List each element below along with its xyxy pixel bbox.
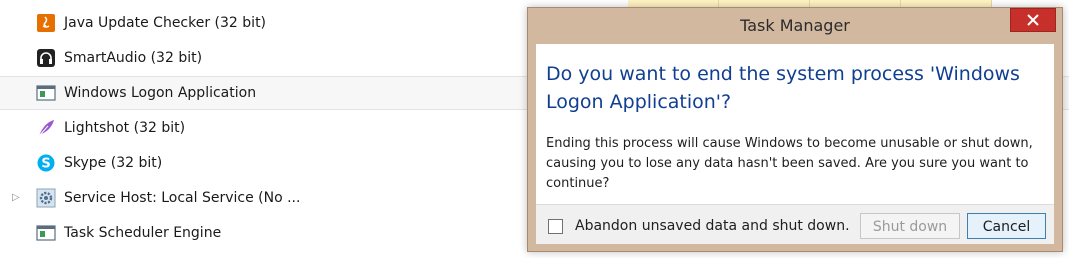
feather-icon [36,118,56,138]
content-text: Ending this process will cause Windows t… [546,136,1033,191]
process-name: Java Update Checker (32 bit) [64,15,267,31]
java-icon [36,13,56,33]
process-name: SmartAudio (32 bit) [64,50,203,66]
process-name: Skype (32 bit) [64,155,163,171]
process-name: Windows Logon Application [64,85,257,101]
app-window-icon [36,223,56,243]
svg-text:S: S [41,157,50,172]
close-button[interactable] [1010,8,1056,32]
process-name: Service Host: Local Service (No ... [64,190,301,206]
app-window-icon [36,83,56,103]
end-process-dialog: Task Manager Do you want to end the syst… [527,7,1063,252]
checkbox-label[interactable]: Abandon unsaved data and shut down. [575,218,850,234]
dialog-footer: Abandon unsaved data and shut down. Shut… [536,204,1054,244]
dialog-body: Do you want to end the system process 'W… [536,44,1054,204]
headphones-icon [36,48,56,68]
main-instruction: Do you want to end the system process 'W… [546,63,1020,113]
abandon-data-checkbox-row[interactable]: Abandon unsaved data and shut down. [548,218,850,234]
process-name: Task Scheduler Engine [64,225,222,241]
shut-down-button[interactable]: Shut down [860,213,960,239]
abandon-data-checkbox[interactable] [548,218,563,234]
gear-icon [36,188,56,208]
skype-icon: S [36,153,56,173]
close-icon [1027,11,1039,30]
dialog-title: Task Manager [740,16,850,35]
expand-chevron-icon[interactable]: ▷ [12,192,22,204]
process-name: Lightshot (32 bit) [64,120,186,136]
cancel-button[interactable]: Cancel [967,213,1046,239]
